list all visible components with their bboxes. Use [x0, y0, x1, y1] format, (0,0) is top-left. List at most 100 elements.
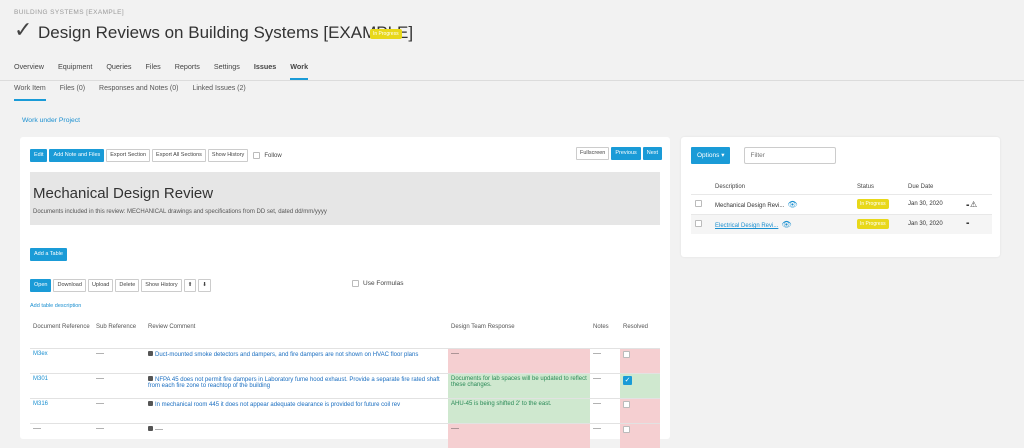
col-header-description: Description	[715, 183, 746, 190]
open-button[interactable]: Open	[30, 279, 52, 292]
export-section-button[interactable]: Export Section	[106, 149, 151, 162]
description-link[interactable]: Mechanical Design Revi...	[715, 203, 784, 209]
grid-icon[interactable]: ▪▪	[966, 221, 969, 227]
actions-cell: ▪▪ ⚠	[962, 193, 992, 214]
row-checkbox[interactable]	[695, 219, 702, 227]
eye-icon[interactable]: 👁	[787, 200, 797, 209]
section-toolbar: Edit Add Note and Files Export Section E…	[30, 149, 282, 162]
arrow-up-icon: ⬆	[187, 282, 193, 288]
notes-cell[interactable]: ----	[590, 347, 620, 373]
resolved-cell	[620, 422, 660, 448]
col-header-design-team-response: Design Team Response	[451, 324, 515, 330]
sub-reference-cell[interactable]: ----	[93, 347, 145, 373]
sub-reference-cell[interactable]: ----	[93, 397, 145, 423]
follow-checkbox[interactable]	[253, 152, 261, 159]
delete-button[interactable]: Delete	[115, 279, 140, 292]
document-reference-cell[interactable]: M3ex	[30, 347, 93, 373]
row-select-cell	[691, 193, 711, 214]
status-badge: In Progress	[370, 29, 402, 39]
main-tabs: Overview Equipment Queries Files Reports…	[14, 62, 309, 80]
tabs-divider	[0, 80, 1024, 81]
grid-icon[interactable]: ▪▪	[966, 203, 969, 209]
design-team-response-cell[interactable]: ----	[448, 422, 590, 448]
resolved-checkbox-checked[interactable]: ✓	[623, 375, 632, 385]
next-button[interactable]: Next	[642, 147, 663, 160]
design-team-response-cell[interactable]: ----	[448, 347, 590, 373]
tab-settings[interactable]: Settings	[214, 62, 240, 80]
arrow-down-icon: ⬇	[202, 282, 207, 288]
options-label: Options	[697, 152, 720, 159]
move-down-button[interactable]: ⬇	[198, 279, 211, 292]
subtab-files[interactable]: Files (0)	[60, 85, 85, 101]
col-header-status: Status	[857, 183, 875, 190]
document-reference-cell[interactable]: ----	[30, 422, 93, 448]
subtab-linked-issues[interactable]: Linked Issues (2)	[192, 85, 245, 101]
upload-button[interactable]: Upload	[87, 279, 114, 292]
subtab-responses-notes[interactable]: Responses and Notes (0)	[99, 85, 178, 101]
resolved-checkbox[interactable]	[623, 400, 630, 408]
filter-input[interactable]	[744, 147, 837, 164]
export-all-sections-button[interactable]: Export All Sections	[152, 149, 206, 162]
tab-queries[interactable]: Queries	[106, 62, 131, 80]
subtab-work-item[interactable]: Work Item	[14, 85, 46, 101]
warning-icon[interactable]: ⚠	[970, 200, 977, 209]
document-reference-cell[interactable]: M301	[30, 372, 93, 398]
lock-icon	[148, 375, 153, 381]
review-comment-cell[interactable]: ----	[145, 422, 448, 448]
description-cell: Mechanical Design Revi... 👁	[711, 193, 853, 214]
actions-header	[962, 180, 992, 194]
sub-reference-cell[interactable]: ----	[93, 372, 145, 398]
breadcrumb[interactable]: BUILDING SYSTEMS [EXAMPLE]	[14, 9, 124, 16]
description-cell: Electrical Design Revi... 👁	[711, 213, 853, 234]
table-toolbar: Open Download Upload Delete Show History…	[30, 279, 211, 292]
use-formulas-toggle: Use Formulas	[352, 280, 403, 287]
section-title: Mechanical Design Review	[33, 185, 214, 202]
document-reference-cell[interactable]: M316	[30, 397, 93, 423]
col-header-sub-reference: Sub Reference	[96, 324, 137, 330]
notes-cell[interactable]: ----	[590, 422, 620, 448]
notes-cell[interactable]: ----	[590, 397, 620, 423]
review-comment-cell[interactable]: Duct-mounted smoke detectors and dampers…	[145, 347, 448, 373]
tab-overview[interactable]: Overview	[14, 62, 44, 80]
design-team-response-cell[interactable]: AHU-45 is being shifted 2' to the east.	[448, 397, 590, 423]
col-header-notes: Notes	[593, 324, 609, 330]
sub-reference-cell[interactable]: ----	[93, 422, 145, 448]
use-formulas-label: Use Formulas	[363, 280, 404, 287]
resolved-checkbox[interactable]	[623, 425, 630, 433]
options-dropdown[interactable]: Options ▾	[691, 147, 731, 164]
follow-label: Follow	[264, 152, 282, 159]
tab-files[interactable]: Files	[146, 62, 161, 80]
resolved-cell	[620, 397, 660, 423]
resolved-checkbox[interactable]	[623, 350, 630, 358]
add-table-button[interactable]: Add a Table	[30, 248, 67, 261]
use-formulas-checkbox[interactable]	[352, 280, 359, 287]
add-table-description-link[interactable]: Add table description	[30, 303, 81, 309]
col-header-document-reference: Document Reference	[33, 324, 90, 330]
review-comment-cell[interactable]: In mechanical room 445 it does not appea…	[145, 397, 448, 423]
eye-icon[interactable]: 👁	[781, 220, 791, 229]
download-button[interactable]: Download	[53, 279, 86, 292]
work-under-project-link[interactable]: Work under Project	[22, 117, 80, 124]
tab-work[interactable]: Work	[290, 62, 309, 80]
section-description: Documents included in this review: MECHA…	[33, 209, 327, 215]
fullscreen-button[interactable]: Fullscreen	[576, 147, 610, 160]
tab-equipment[interactable]: Equipment	[58, 62, 92, 80]
actions-cell: ▪▪	[962, 213, 992, 234]
tab-issues[interactable]: Issues	[254, 62, 276, 80]
section-header: Mechanical Design Review Documents inclu…	[30, 172, 660, 225]
review-comment-text: ----	[155, 426, 163, 433]
description-link[interactable]: Electrical Design Revi...	[715, 223, 778, 229]
add-note-files-button[interactable]: Add Note and Files	[49, 149, 105, 162]
row-checkbox[interactable]	[695, 199, 702, 207]
tab-reports[interactable]: Reports	[175, 62, 200, 80]
status-cell: In Progress	[853, 213, 904, 234]
previous-button[interactable]: Previous	[611, 147, 641, 160]
move-up-button[interactable]: ⬆	[183, 279, 197, 292]
table-show-history-button[interactable]: Show History	[141, 279, 182, 292]
notes-cell[interactable]: ----	[590, 372, 620, 398]
edit-button[interactable]: Edit	[30, 149, 48, 162]
review-comment-cell[interactable]: NFPA 45 does not permit fire dampers in …	[145, 372, 448, 398]
col-header-due-date: Due Date	[908, 183, 934, 190]
show-history-button[interactable]: Show History	[207, 149, 249, 162]
design-team-response-cell[interactable]: Documents for lab spaces will be updated…	[448, 372, 590, 398]
